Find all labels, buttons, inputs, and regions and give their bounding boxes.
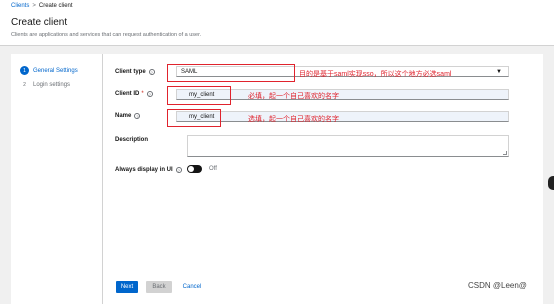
client-id-label-text: Client ID: [115, 91, 140, 97]
always-display-toggle[interactable]: [187, 165, 202, 173]
breadcrumb: Clients > Create client: [11, 3, 73, 9]
description-label: Description: [115, 137, 148, 143]
wizard-steps-nav: 1 General Settings 2 Login settings: [11, 54, 103, 304]
toggle-state-text: Off: [209, 166, 217, 172]
step-number: 1: [20, 66, 29, 75]
always-display-label-text: Always display in UI: [115, 167, 173, 173]
page-description: Clients are applications and services th…: [11, 32, 202, 38]
breadcrumb-current: Create client: [38, 3, 73, 9]
help-circle-icon[interactable]: ?: [134, 113, 141, 119]
cancel-button[interactable]: Cancel: [179, 281, 205, 293]
client-type-label-text: Client type: [115, 69, 146, 75]
step-label: General Settings: [33, 67, 78, 74]
edge-handle: [548, 176, 554, 190]
help-circle-icon[interactable]: ?: [175, 167, 182, 173]
client-type-label: Client type ?: [115, 69, 155, 75]
always-display-label: Always display in UI ?: [115, 167, 182, 173]
description-label-text: Description: [115, 137, 149, 143]
annotation-name: 选填，起一个自己喜欢的名字: [248, 116, 339, 123]
breadcrumb-separator: >: [32, 3, 36, 9]
name-label: Name ?: [115, 113, 141, 119]
annotation-client-type: 目的是基于saml实现sso，所以这个地方必选saml: [299, 71, 452, 78]
toggle-knob: [188, 166, 194, 172]
step-general-settings[interactable]: 1 General Settings: [20, 66, 78, 75]
watermark: CSDN @Leen@: [468, 281, 527, 290]
annotation-box-client-id: [167, 86, 231, 105]
help-circle-icon[interactable]: ?: [148, 69, 155, 75]
page-title: Create client: [11, 17, 68, 28]
step-login-settings[interactable]: 2 Login settings: [20, 80, 70, 89]
required-mark: *: [141, 91, 144, 97]
name-input[interactable]: my_client: [176, 111, 509, 122]
annotation-box-client-type: [167, 64, 295, 82]
breadcrumb-clients-link[interactable]: Clients: [11, 3, 29, 9]
annotation-box-name: [167, 109, 221, 127]
page-header: Clients > Create client Create client Clie…: [0, 0, 554, 46]
annotation-client-id: 必填，起一个自己喜欢的名字: [248, 93, 339, 100]
description-textarea[interactable]: [187, 135, 509, 157]
caret-down-icon: ▼: [496, 69, 502, 75]
back-button[interactable]: Back: [146, 281, 172, 293]
resize-grip-icon[interactable]: [503, 151, 507, 155]
step-number: 2: [23, 81, 26, 88]
help-circle-icon[interactable]: ?: [146, 91, 153, 97]
next-button[interactable]: Next: [116, 281, 138, 293]
client-id-label: Client ID * ?: [115, 91, 153, 97]
name-label-text: Name: [115, 113, 132, 119]
step-label: Login settings: [33, 81, 71, 88]
